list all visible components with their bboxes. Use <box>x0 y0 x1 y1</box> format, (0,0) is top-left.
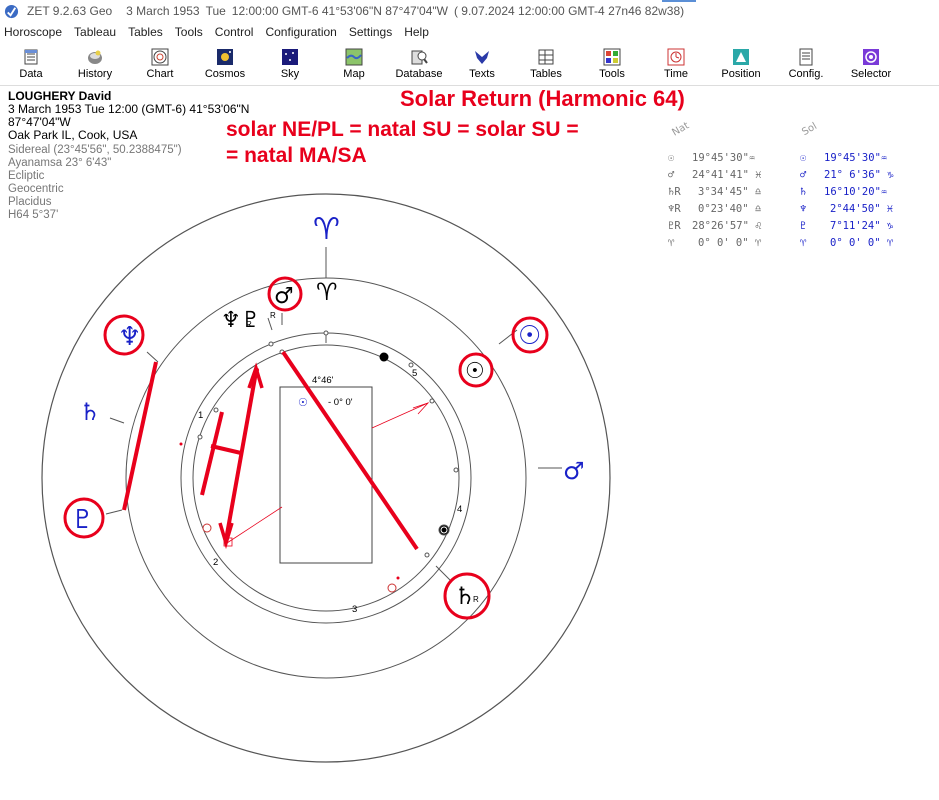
solar-aries-glyph: ♈ <box>800 237 807 249</box>
natal-pluto-position: 28°26'57" ♌ <box>692 220 762 232</box>
ring-dot <box>408 362 414 368</box>
solar-pluto-position: 7°11'24" ♑ <box>830 220 894 232</box>
ring-dot-red <box>387 583 397 593</box>
annotation-line-side <box>200 411 224 496</box>
solar-neptune-position: 2°44'50" ♓ <box>830 203 894 215</box>
solar-sun-glyph: ☉ <box>800 152 807 164</box>
ring-dot <box>424 552 430 558</box>
solar-mars-position: 21° 6'36" ♑ <box>824 169 894 181</box>
natal-mars-position: 24°41'41" ♓ <box>692 169 762 181</box>
natal-mars-glyph: ♂ <box>668 169 675 181</box>
pluto-tick <box>105 509 123 515</box>
table-row: ♇R 28°26'57" ♌ ♇ 7°11'24" ♑ <box>668 220 918 235</box>
house-number-1: 1 <box>198 410 203 421</box>
ring-dot <box>213 407 219 413</box>
natal-saturn-glyph: ♄R <box>668 186 681 198</box>
table-row: ♆R 0°23'40" ♎ ♆ 2°44'50" ♓ <box>668 203 918 218</box>
ring-dot <box>453 467 459 473</box>
ring-dot <box>429 398 435 404</box>
aspect-line <box>226 506 283 544</box>
natal-neptune-glyph: ♆R <box>668 203 681 215</box>
box-sun-icon: ☉ <box>298 396 308 409</box>
house-number-5: 5 <box>412 368 417 379</box>
table-row: ♂ 24°41'41" ♓ ♂ 21° 6'36" ♑ <box>668 169 918 184</box>
solar-saturn-glyph: ♄ <box>800 186 807 198</box>
neptune-pluto-cluster-icon: ♆♇ <box>221 308 260 333</box>
house-number-4: 4 <box>457 504 462 515</box>
natal-sun-position: 19°45'30"♒ <box>692 152 756 164</box>
solar-saturn-position: 16°10'20"♒ <box>824 186 888 198</box>
natal-aries-glyph: ♈ <box>668 237 675 249</box>
annotation-line-ne-pl <box>122 361 158 511</box>
table-row: ♄R 3°34'45" ♎ ♄ 16°10'20"♒ <box>668 186 918 201</box>
annotation-line-1: solar NE/PL = natal SU = solar SU = <box>226 118 579 141</box>
table-row: ♈ 0° 0' 0" ♈ ♈ 0° 0' 0" ♈ <box>668 237 918 252</box>
natal-sun-icon: ☉ <box>465 359 485 384</box>
ring-dot <box>268 341 274 347</box>
box-sun-value: - 0° 0' <box>328 397 353 408</box>
solar-sun-icon: ☉ <box>518 321 541 351</box>
aries-top-icon: ♈ <box>313 212 340 247</box>
neptune-tick <box>146 351 159 363</box>
annotation-double-arrow <box>224 371 258 541</box>
solar-pluto-glyph: ♇ <box>800 220 807 232</box>
solar-mars-icon: ♂ <box>563 457 585 485</box>
ring-dot-filled <box>379 352 389 362</box>
ring-dot <box>323 330 329 336</box>
natal-saturn-position: 3°34'45" ♎ <box>698 186 762 198</box>
aspect-line <box>371 402 429 429</box>
pluto-icon: ♇ <box>71 505 94 535</box>
mars-icon: ♂ <box>274 284 294 309</box>
table-row: ☉ 19°45'30"♒ ☉ 19°45'30"♒ <box>668 152 918 167</box>
solar-aries-position: 0° 0' 0" ♈ <box>830 237 894 249</box>
ring-dot <box>197 434 203 440</box>
ring-dot-inner <box>440 526 448 534</box>
saturn-natal-tick <box>109 417 125 424</box>
solar-mars-glyph: ♂ <box>800 169 807 181</box>
house-number-2: 2 <box>213 557 218 568</box>
annotation-line-2: = natal MA/SA <box>226 144 367 167</box>
natal-sun-glyph: ☉ <box>668 152 675 164</box>
retrograde-mark: R <box>473 595 479 604</box>
center-box-label: 4°46' <box>312 375 334 386</box>
annotation-title: Solar Return (Harmonic 64) <box>400 86 685 111</box>
ring-dot-red-small <box>179 442 183 446</box>
aries-inner-icon: ♈ <box>316 278 338 306</box>
annotation-connector <box>210 444 242 455</box>
solar-neptune-glyph: ♆ <box>800 203 807 215</box>
retrograde-mark: R <box>246 320 252 329</box>
natal-pluto-glyph: ♇R <box>668 220 681 232</box>
neptune-icon: ♆ <box>118 322 141 352</box>
natal-aries-position: 0° 0' 0" ♈ <box>698 237 762 249</box>
saturn-tick <box>435 565 453 583</box>
ring-dot-red-small <box>396 576 400 580</box>
solar-sun-position: 19°45'30"♒ <box>824 152 888 164</box>
retrograde-mark: R <box>270 311 276 320</box>
ring-dot-red <box>202 523 212 533</box>
natal-neptune-position: 0°23'40" ♎ <box>698 203 762 215</box>
saturn-natal-icon: ♄ <box>79 398 101 426</box>
house-number-3: 3 <box>352 604 357 615</box>
